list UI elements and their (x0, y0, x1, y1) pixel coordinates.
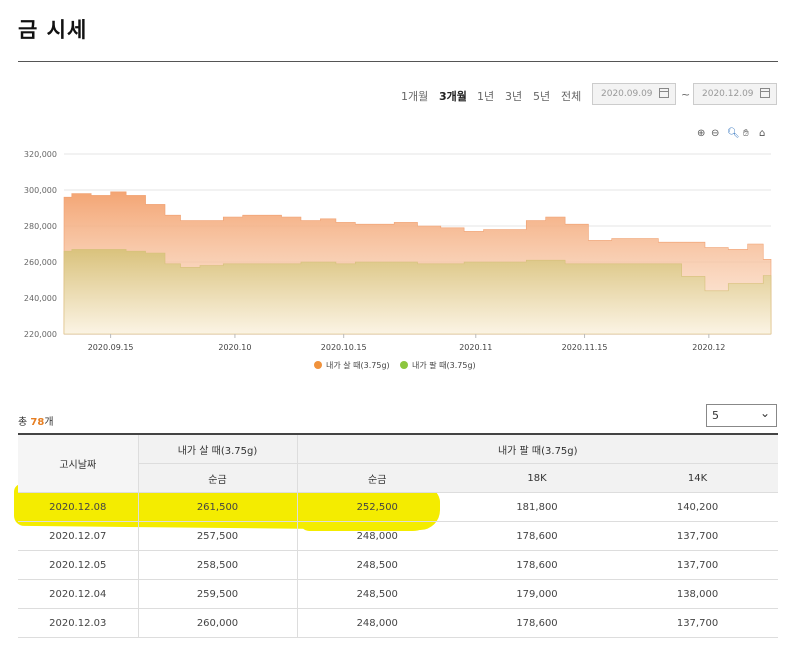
home-icon[interactable]: ⌂ (759, 128, 765, 140)
row-sell-18k: 178,600 (457, 521, 617, 551)
calendar-icon[interactable] (659, 88, 669, 98)
total-prefix: 총 (18, 417, 31, 428)
x-tick-label: 2020.11 (459, 343, 492, 352)
row-date: 2020.12.05 (18, 550, 138, 580)
table-row: 2020.12.05 258,500 248,500 178,600 137,7… (18, 550, 779, 580)
row-sell-pure: 252,500 (296, 492, 457, 522)
zoom-out-icon[interactable]: ⊖ (711, 128, 719, 140)
y-tick-label: 220,000 (24, 330, 57, 339)
row-date: 2020.12.08 (18, 492, 138, 522)
row-sell-18k: 181,800 (457, 492, 617, 522)
price-table: 고시날짜 내가 살 때(3.75g) 내가 팔 때(3.75g) 순금 순금 1… (18, 433, 779, 638)
chevron-down-icon: ⌄ (759, 406, 770, 420)
table-row: 2020.12.08 261,500 252,500 181,800 140,2… (18, 492, 779, 522)
start-date-value: 2020.09.09 (601, 89, 653, 99)
page-size-select[interactable]: 5 ⌄ (706, 404, 777, 427)
row-buy-pure: 261,500 (137, 492, 297, 522)
title-divider (18, 61, 778, 62)
legend-marker (314, 361, 322, 369)
calendar-icon[interactable] (760, 88, 770, 98)
table-row: 2020.12.04 259,500 248,500 179,000 138,0… (18, 579, 779, 609)
table-row: 2020.12.07 257,500 248,000 178,600 137,7… (18, 521, 779, 551)
start-date-input[interactable]: 2020.09.09 (592, 83, 676, 105)
row-sell-18k: 178,600 (457, 608, 617, 638)
x-tick-label: 2020.09.15 (88, 343, 134, 352)
row-buy-pure: 260,000 (137, 608, 297, 638)
row-date: 2020.12.03 (18, 608, 138, 638)
x-tick-label: 2020.12 (692, 343, 725, 352)
page-title: 금 시세 (18, 18, 88, 42)
y-tick-label: 280,000 (24, 222, 57, 231)
total-number: 78 (30, 417, 45, 428)
header-sell-18k: 18K (457, 463, 617, 493)
row-sell-14k: 140,200 (617, 492, 779, 522)
legend-label[interactable]: 내가 살 때(3.75g) (326, 360, 390, 370)
row-sell-14k: 137,700 (617, 608, 779, 638)
row-sell-14k: 138,000 (617, 579, 779, 609)
header-sell-pure: 순금 (296, 463, 457, 493)
row-sell-18k: 178,600 (457, 550, 617, 580)
zoom-in-icon[interactable]: ⊕ (697, 128, 705, 140)
header-sell: 내가 팔 때(3.75g) (296, 433, 779, 464)
y-tick-label: 300,000 (24, 186, 57, 195)
pan-hand-icon[interactable]: ✋︎ (743, 128, 749, 140)
row-sell-14k: 137,700 (617, 521, 779, 551)
row-date: 2020.12.04 (18, 579, 138, 609)
period-5-years[interactable]: 5년 (533, 88, 550, 104)
legend-marker (400, 361, 408, 369)
total-suffix: 개 (44, 417, 54, 428)
row-sell-pure: 248,000 (296, 521, 457, 551)
x-tick-label: 2020.10 (218, 343, 251, 352)
row-sell-18k: 179,000 (457, 579, 617, 609)
period-1-month[interactable]: 1개월 (401, 88, 428, 104)
end-date-value: 2020.12.09 (702, 89, 754, 99)
period-all[interactable]: 전체 (561, 88, 581, 104)
page-size-value: 5 (712, 409, 719, 422)
header-buy-pure: 순금 (137, 463, 297, 493)
y-tick-label: 320,000 (24, 150, 57, 159)
x-tick-label: 2020.10.15 (321, 343, 367, 352)
y-tick-label: 260,000 (24, 258, 57, 267)
y-tick-label: 240,000 (24, 294, 57, 303)
row-buy-pure: 258,500 (137, 550, 297, 580)
date-separator: ~ (681, 88, 691, 101)
x-tick-label: 2020.11.15 (562, 343, 608, 352)
row-sell-pure: 248,500 (296, 550, 457, 580)
period-3-months[interactable]: 3개월 (439, 88, 467, 104)
row-sell-14k: 137,700 (617, 550, 779, 580)
end-date-input[interactable]: 2020.12.09 (693, 83, 777, 105)
row-date: 2020.12.07 (18, 521, 138, 551)
row-buy-pure: 257,500 (137, 521, 297, 551)
row-sell-pure: 248,000 (296, 608, 457, 638)
row-buy-pure: 259,500 (137, 579, 297, 609)
total-count: 총 78개 (18, 413, 54, 428)
gold-price-chart[interactable]: 320,000 300,000 280,000 260,000 240,000 220,0… (0, 140, 799, 375)
header-date: 고시날짜 (18, 433, 138, 493)
period-1-year[interactable]: 1년 (477, 88, 494, 104)
period-3-years[interactable]: 3년 (505, 88, 522, 104)
magnify-icon[interactable]: 🔍︎ (727, 128, 740, 140)
row-sell-pure: 248,500 (296, 579, 457, 609)
header-buy: 내가 살 때(3.75g) (137, 433, 297, 464)
legend-label[interactable]: 내가 팔 때(3.75g) (412, 360, 476, 370)
table-row: 2020.12.03 260,000 248,000 178,600 137,7… (18, 608, 779, 638)
header-sell-14k: 14K (617, 463, 779, 493)
